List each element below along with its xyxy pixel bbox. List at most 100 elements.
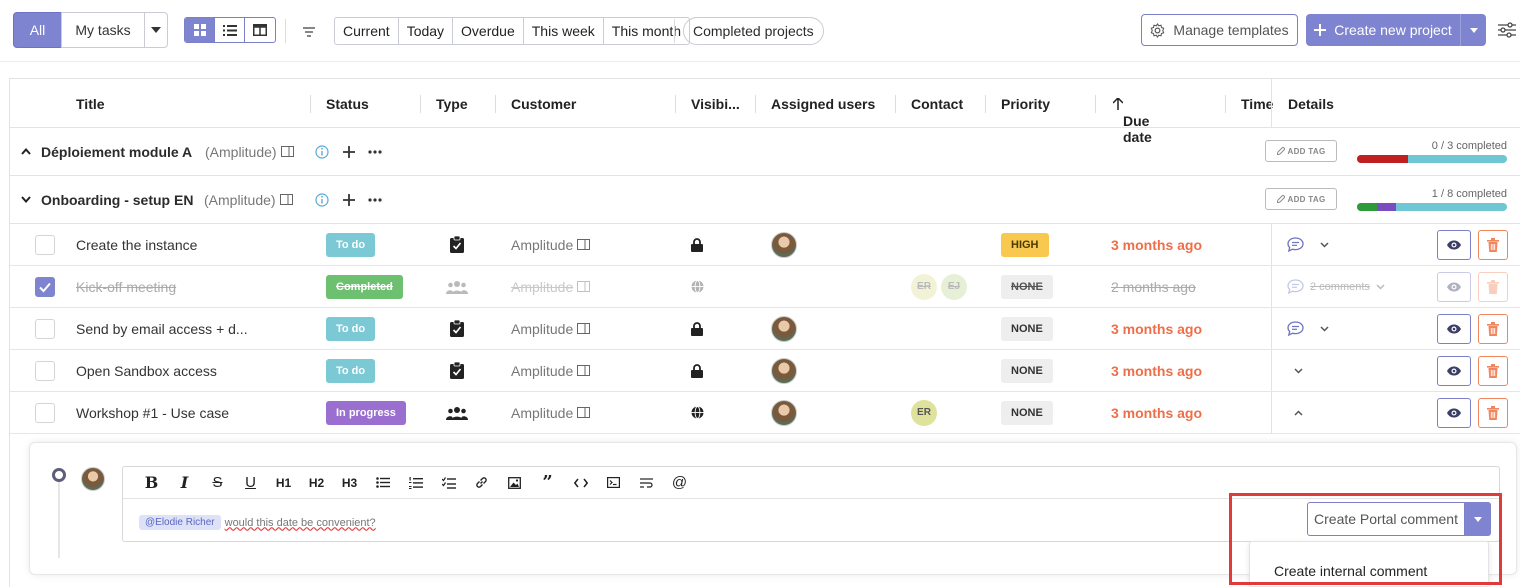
heading1-button[interactable]: H1: [267, 476, 300, 490]
due-date[interactable]: 3 months ago: [1111, 224, 1202, 265]
task-title[interactable]: Create the instance: [76, 224, 197, 265]
list-view-button[interactable]: [215, 18, 245, 42]
completed-projects-button[interactable]: Completed projects: [683, 17, 824, 45]
status-badge[interactable]: Completed: [326, 274, 403, 299]
heading2-button[interactable]: H2: [300, 476, 333, 490]
comment-icon[interactable]: [1287, 237, 1304, 252]
column-status[interactable]: Status: [326, 96, 369, 112]
view-task-button[interactable]: [1437, 313, 1471, 344]
heading3-button[interactable]: H3: [333, 476, 366, 490]
column-title[interactable]: Title: [76, 96, 105, 112]
wrap-button[interactable]: [630, 477, 663, 488]
sort-button[interactable]: [302, 24, 316, 40]
status-badge[interactable]: To do: [326, 316, 376, 341]
filter-overdue[interactable]: Overdue: [453, 18, 524, 44]
view-task-button[interactable]: [1437, 397, 1471, 428]
project-name[interactable]: Onboarding - setup EN: [41, 176, 193, 223]
task-customer[interactable]: Amplitude: [511, 363, 573, 379]
project-customer[interactable]: (Amplitude): [204, 192, 276, 208]
more-icon[interactable]: [368, 197, 382, 202]
column-contact[interactable]: Contact: [911, 96, 963, 112]
plus-icon[interactable]: [343, 145, 355, 158]
task-customer[interactable]: Amplitude: [511, 405, 573, 421]
view-task-button[interactable]: [1437, 229, 1471, 260]
comment-icon[interactable]: [1287, 321, 1304, 336]
column-type[interactable]: Type: [436, 96, 468, 112]
info-icon[interactable]: [315, 144, 329, 159]
priority-badge[interactable]: NONE: [1001, 316, 1053, 341]
contact-avatar[interactable]: ER: [911, 273, 937, 300]
priority-badge[interactable]: HIGH: [1001, 232, 1049, 257]
quote-button[interactable]: ”: [531, 472, 564, 493]
manage-templates-button[interactable]: Manage templates: [1141, 14, 1298, 46]
assigned-user-avatar[interactable]: [771, 315, 797, 342]
priority-badge[interactable]: NONE: [1001, 274, 1053, 299]
checklist-button[interactable]: [432, 476, 465, 489]
view-task-button[interactable]: [1437, 271, 1471, 302]
task-checkbox[interactable]: [35, 318, 55, 339]
board-view-button[interactable]: [245, 18, 275, 42]
due-date[interactable]: 3 months ago: [1111, 308, 1202, 349]
settings-sliders-button[interactable]: [1498, 22, 1516, 41]
comment-icon[interactable]: [1287, 279, 1304, 294]
delete-task-button[interactable]: [1478, 229, 1508, 260]
filter-all-button[interactable]: All: [13, 12, 62, 48]
column-visibility[interactable]: Visibi...: [691, 96, 740, 112]
task-checkbox[interactable]: [35, 276, 55, 297]
delete-task-button[interactable]: [1478, 397, 1508, 428]
column-due-date[interactable]: Due date: [1112, 96, 1152, 145]
image-button[interactable]: [498, 476, 531, 489]
underline-button[interactable]: U: [234, 474, 267, 491]
assigned-user-avatar[interactable]: [771, 399, 797, 426]
status-badge[interactable]: To do: [326, 358, 376, 383]
grid-view-button[interactable]: [185, 18, 215, 42]
status-badge[interactable]: To do: [326, 232, 376, 257]
mention-button[interactable]: @: [663, 474, 696, 491]
chevron-up-icon[interactable]: [21, 148, 31, 155]
comment-input[interactable]: @Elodie Richer would this date be conven…: [139, 515, 376, 530]
bold-button[interactable]: B: [135, 473, 168, 492]
due-date[interactable]: 2 months ago: [1111, 266, 1196, 307]
priority-badge[interactable]: NONE: [1001, 400, 1053, 425]
code-block-button[interactable]: [597, 477, 630, 488]
task-title[interactable]: Open Sandbox access: [76, 350, 217, 391]
chevron-down-icon[interactable]: [21, 196, 31, 203]
task-title[interactable]: Send by email access + d...: [76, 308, 248, 349]
assigned-user-avatar[interactable]: [771, 357, 797, 384]
filter-my-tasks-button[interactable]: My tasks: [61, 12, 145, 48]
delete-task-button[interactable]: [1478, 313, 1508, 344]
contact-avatar[interactable]: ER: [911, 399, 937, 426]
chevron-down-icon[interactable]: [1320, 325, 1329, 332]
priority-badge[interactable]: NONE: [1001, 358, 1053, 383]
chevron-up-icon[interactable]: [1294, 409, 1303, 416]
chevron-down-icon[interactable]: [1376, 283, 1385, 290]
column-customer[interactable]: Customer: [511, 96, 576, 112]
status-badge[interactable]: In progress: [326, 400, 406, 425]
add-tag-button[interactable]: ADD TAG: [1265, 140, 1337, 162]
delete-task-button[interactable]: [1478, 355, 1508, 386]
due-date[interactable]: 3 months ago: [1111, 350, 1202, 391]
task-customer[interactable]: Amplitude: [511, 237, 573, 253]
task-customer[interactable]: Amplitude: [511, 321, 573, 337]
task-row[interactable]: Send by email access + d... To do Amplit…: [10, 308, 1520, 350]
task-row[interactable]: Open Sandbox access To do Amplitude NONE…: [10, 350, 1520, 392]
filter-current[interactable]: Current: [335, 18, 399, 44]
plus-icon[interactable]: [343, 193, 355, 206]
assigned-user-avatar[interactable]: [771, 231, 797, 258]
bullet-list-button[interactable]: [366, 477, 399, 488]
project-name[interactable]: Déploiement module A: [41, 128, 192, 175]
task-checkbox[interactable]: [35, 360, 55, 381]
task-row[interactable]: Kick-off meeting Completed Amplitude ER …: [10, 266, 1520, 308]
more-icon[interactable]: [368, 149, 382, 154]
comment-count[interactable]: 2 comments: [1310, 281, 1370, 293]
due-date[interactable]: 3 months ago: [1111, 392, 1202, 433]
contact-avatar[interactable]: EJ: [941, 273, 967, 300]
italic-button[interactable]: I: [168, 473, 201, 492]
task-row[interactable]: Create the instance To do Amplitude HIGH…: [10, 224, 1520, 266]
task-checkbox[interactable]: [35, 402, 55, 423]
project-customer[interactable]: (Amplitude): [205, 144, 277, 160]
column-priority[interactable]: Priority: [1001, 96, 1050, 112]
create-project-button[interactable]: Create new project: [1306, 14, 1460, 46]
strikethrough-button[interactable]: S: [201, 474, 234, 491]
mention-chip[interactable]: @Elodie Richer: [139, 515, 221, 530]
